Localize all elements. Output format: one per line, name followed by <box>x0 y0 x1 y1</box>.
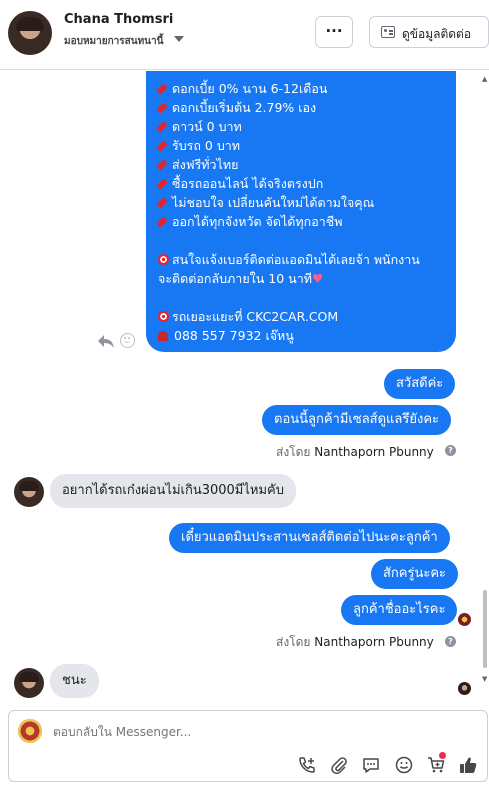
red-diamond-icon <box>156 178 168 190</box>
chevron-down-icon[interactable] <box>174 36 184 42</box>
target-icon <box>158 311 169 322</box>
cart-icon[interactable] <box>426 752 446 775</box>
red-diamond-icon <box>156 83 168 95</box>
sent-by-line: ส่งโดย Nanthaporn Pbunny <box>276 633 434 652</box>
reply-input[interactable] <box>53 725 453 739</box>
scrollbar[interactable]: ▲ ▼ <box>482 75 487 685</box>
sent-by-label: ส่งโดย <box>276 445 311 459</box>
incoming-message-bubble[interactable]: ชนะ <box>50 664 99 698</box>
saved-reply-icon[interactable] <box>361 755 381 775</box>
red-diamond-icon <box>156 102 168 114</box>
message-thread[interactable]: ดอกเบี้ย 0% นาน 6-12เดือน ดอกเบี้ยเริ่มต… <box>0 71 489 704</box>
red-diamond-icon <box>156 197 168 209</box>
contact-avatar-small[interactable] <box>14 477 44 507</box>
sent-by-label: ส่งโดย <box>276 635 311 649</box>
promo-line: ดอกเบี้ยเริ่มต้น 2.79% เอง <box>156 98 444 117</box>
view-contact-info-button[interactable]: ดูข้อมูลติดต่อ <box>369 16 489 48</box>
attach-icon[interactable] <box>329 755 349 775</box>
notification-dot <box>439 752 446 759</box>
scrollbar-thumb[interactable] <box>483 590 487 668</box>
assign-conversation-label[interactable]: มอบหมายการสนทนานี้ <box>64 34 163 49</box>
like-icon[interactable] <box>458 755 478 775</box>
incoming-message-bubble[interactable]: อยากได้รถเก๋งผ่อนไม่เกิน3000มีไหมคับ <box>50 474 296 508</box>
promo-line: ดาวน์ 0 บาท <box>156 117 444 136</box>
conversation-header: Chana Thomsri มอบหมายการสนทนานี้ ··· ดูข… <box>0 0 489 70</box>
contact-avatar[interactable] <box>8 11 52 55</box>
sender-name[interactable]: Nanthaporn Pbunny <box>314 635 433 649</box>
outgoing-message-bubble[interactable]: ลูกค้าชื่ออะไรคะ <box>341 595 458 625</box>
reaction-icon[interactable] <box>120 333 135 348</box>
more-icon: ··· <box>325 22 343 40</box>
contact-avatar-small[interactable] <box>14 668 44 698</box>
outgoing-message-bubble[interactable]: เดี๋ยวแอดมินประสานเซลส์ติดต่อไปนะคะลูกค้… <box>169 523 450 553</box>
page-avatar <box>18 719 42 743</box>
seen-indicator-avatar <box>458 682 471 695</box>
red-diamond-icon <box>156 216 168 228</box>
contact-card-icon <box>381 26 395 38</box>
scroll-down-icon[interactable]: ▼ <box>482 675 487 683</box>
contact-name[interactable]: Chana Thomsri <box>64 12 173 27</box>
outgoing-message-bubble[interactable]: สักครู่นะคะ <box>371 559 459 589</box>
seen-indicator-avatar <box>458 613 471 626</box>
emoji-icon[interactable] <box>394 755 414 775</box>
promo-site-line: รถเยอะแยะที่ CKC2CAR.COM <box>158 307 444 326</box>
red-diamond-icon <box>156 140 168 152</box>
promo-line: ดอกเบี้ย 0% นาน 6-12เดือน <box>156 79 444 98</box>
target-icon <box>158 254 169 265</box>
outgoing-message-bubble[interactable]: ตอนนี้ลูกค้ามีเซลส์ดูแลรึยังคะ <box>262 405 452 435</box>
promo-phone-line: 088 557 7932 เจ๊หนู <box>158 326 444 345</box>
more-options-button[interactable]: ··· <box>315 16 353 48</box>
view-contact-info-label: ดูข้อมูลติดต่อ <box>402 27 472 41</box>
promo-line: ออกได้ทุกจังหวัด จัดได้ทุกอาชีพ <box>156 212 444 231</box>
reply-icon[interactable] <box>97 333 115 349</box>
scroll-up-icon[interactable]: ▲ <box>482 75 487 83</box>
siren-icon <box>158 331 168 341</box>
outgoing-message-bubble[interactable]: สวัสดีค่ะ <box>384 369 456 399</box>
heart-icon: ♥ <box>311 271 324 286</box>
promo-cta-line: สนใจแจ้งเบอร์ติดต่อแอดมินได้เลยจ้า พนักง… <box>158 250 444 269</box>
sent-by-line: ส่งโดย Nanthaporn Pbunny <box>276 443 434 462</box>
promo-line: รับรถ 0 บาท <box>156 136 444 155</box>
promo-message-bubble[interactable]: ดอกเบี้ย 0% นาน 6-12เดือน ดอกเบี้ยเริ่มต… <box>146 71 456 352</box>
promo-cta-line: จะติดต่อกลับภายใน 10 นาที♥ <box>158 271 324 286</box>
red-diamond-icon <box>156 159 168 171</box>
info-icon[interactable]: ? <box>445 636 456 647</box>
sender-name[interactable]: Nanthaporn Pbunny <box>314 445 433 459</box>
red-diamond-icon <box>156 121 168 133</box>
message-composer <box>8 710 488 782</box>
promo-line: ซื้อรถออนไลน์ ได้จริงตรงปก <box>156 174 444 193</box>
add-call-icon[interactable] <box>297 755 317 775</box>
info-icon[interactable]: ? <box>445 445 456 456</box>
promo-line: ไม่ชอบใจ เปลี่ยนคันใหม่ได้ตามใจคุณ <box>156 193 444 212</box>
promo-line: ส่งฟรีทั่วไทย <box>156 155 444 174</box>
